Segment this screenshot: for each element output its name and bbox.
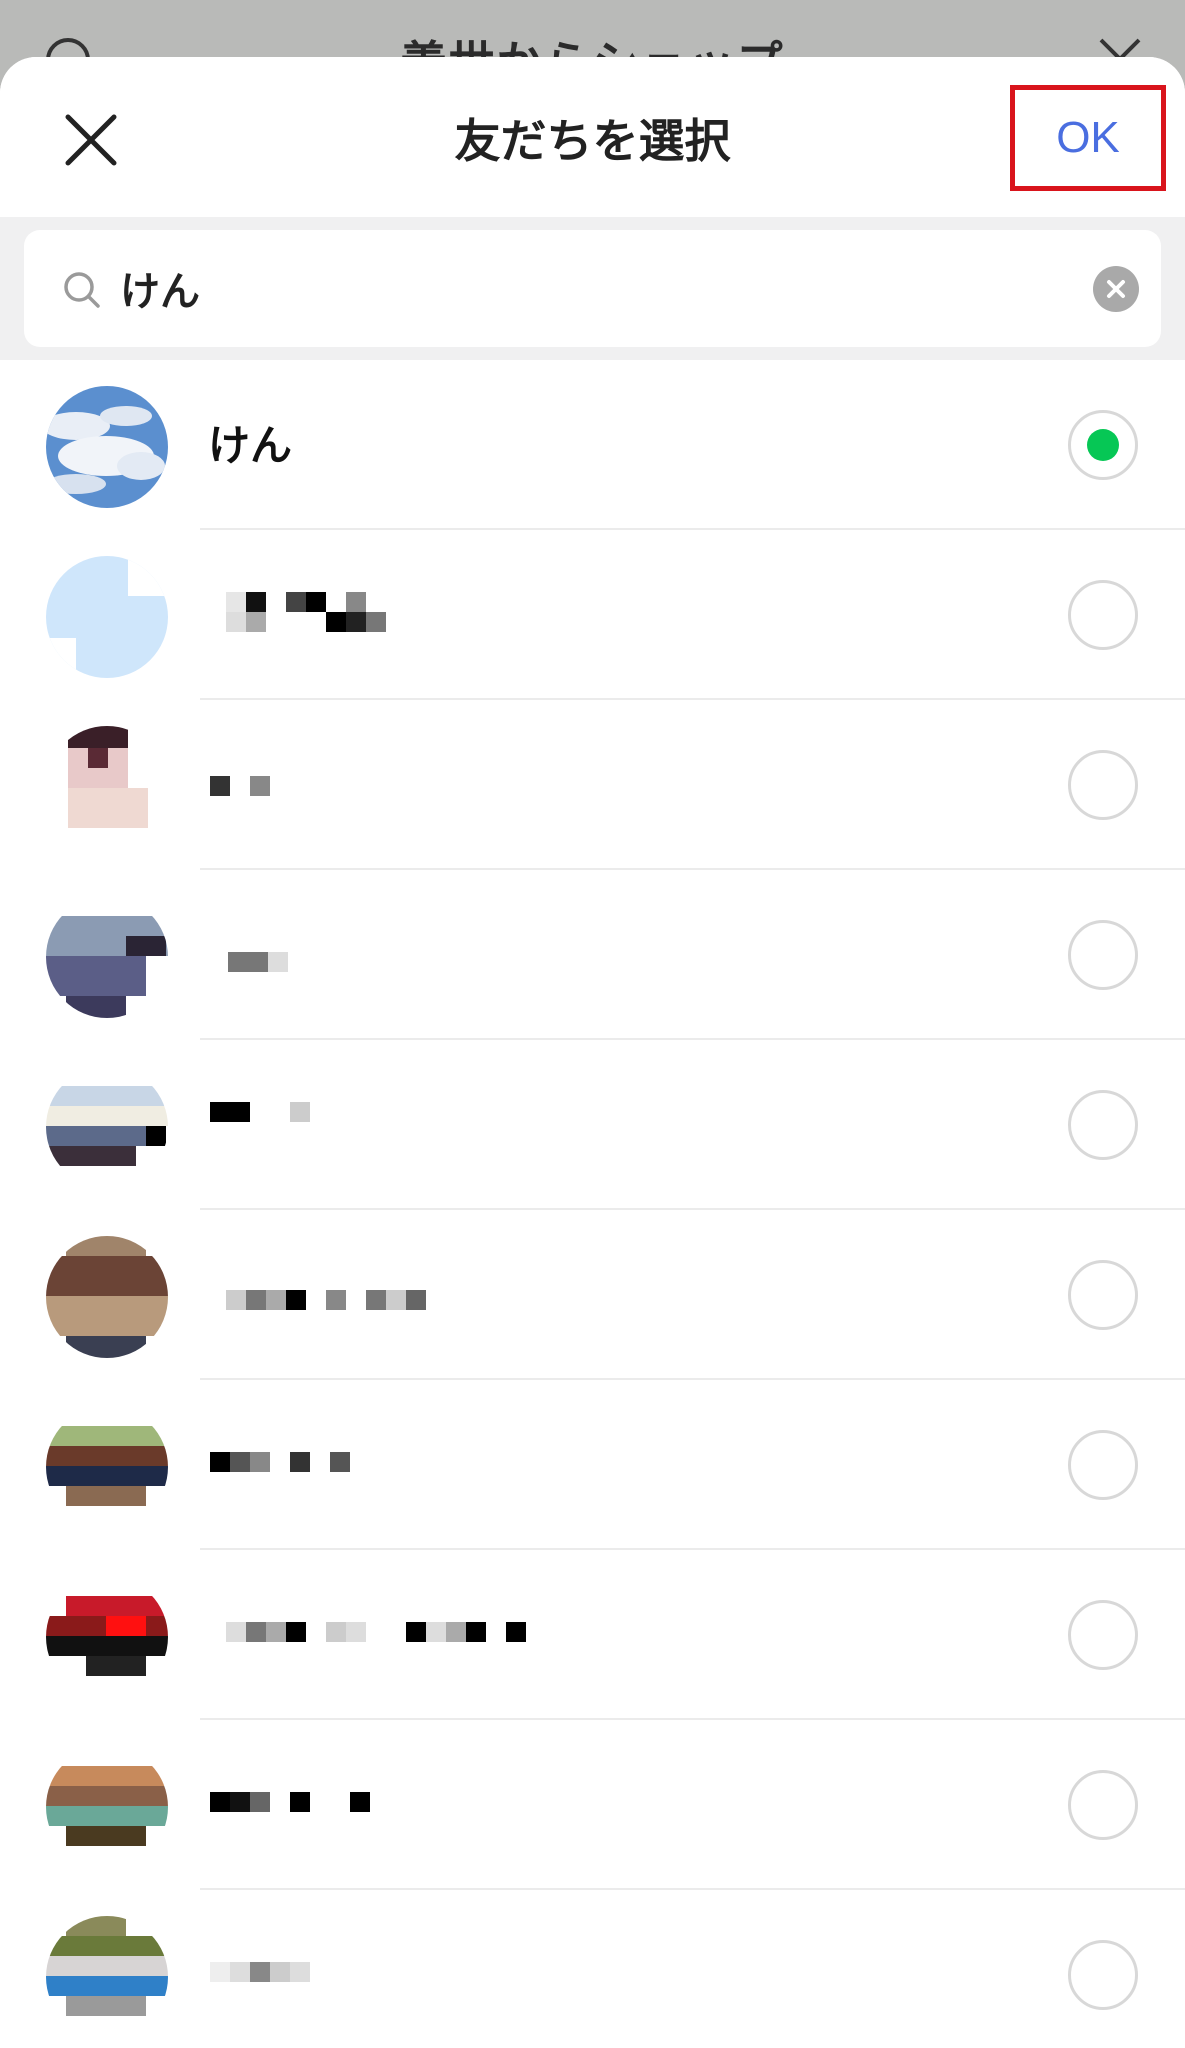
pixelated-name — [226, 1622, 526, 1642]
avatar — [46, 896, 168, 1018]
selection-radio[interactable] — [1068, 1600, 1138, 1670]
avatar — [46, 1576, 168, 1698]
pixelated-name — [226, 592, 366, 612]
selection-radio[interactable] — [1068, 410, 1138, 480]
selection-radio[interactable] — [1068, 580, 1138, 650]
friend-row[interactable]: けん — [0, 360, 1185, 530]
friend-row[interactable] — [0, 870, 1185, 1040]
pixelated-name — [210, 1102, 310, 1122]
selection-radio[interactable] — [1068, 1430, 1138, 1500]
page-title: 友だちを選択 — [454, 114, 731, 168]
pixelated-name — [210, 1792, 370, 1812]
friend-row[interactable] — [0, 1720, 1185, 1890]
clear-icon — [1107, 280, 1125, 298]
friend-row[interactable] — [0, 1040, 1185, 1210]
friend-row[interactable] — [0, 1380, 1185, 1550]
friend-list: けん — [0, 360, 1185, 2048]
avatar — [46, 1746, 168, 1868]
friend-row[interactable] — [0, 1550, 1185, 1720]
pixelated-name — [228, 952, 288, 972]
selection-radio[interactable] — [1068, 1770, 1138, 1840]
pixelated-name — [210, 1452, 350, 1472]
pixelated-name — [210, 776, 270, 796]
search-input[interactable] — [120, 256, 1020, 320]
ok-button[interactable]: OK — [1010, 85, 1166, 191]
sheet-header: 友だちを選択 OK — [0, 57, 1185, 217]
selection-radio[interactable] — [1068, 1260, 1138, 1330]
friend-name: けん — [208, 421, 293, 470]
selection-radio[interactable] — [1068, 1090, 1138, 1160]
avatar — [46, 1236, 168, 1358]
avatar — [46, 726, 168, 848]
friend-row[interactable] — [0, 1210, 1185, 1380]
search-icon — [64, 272, 100, 308]
selection-radio[interactable] — [1068, 750, 1138, 820]
avatar — [46, 1916, 168, 2038]
search-area — [0, 217, 1185, 360]
selection-radio[interactable] — [1068, 1940, 1138, 2010]
friend-row[interactable] — [0, 700, 1185, 870]
avatar — [46, 386, 168, 508]
friend-select-sheet: 友だちを選択 OK けん けん — [0, 57, 1185, 2048]
avatar — [46, 1406, 168, 1528]
clear-search-button[interactable] — [1093, 266, 1139, 312]
avatar — [46, 556, 168, 678]
selection-radio[interactable] — [1068, 920, 1138, 990]
pixelated-name — [226, 1290, 426, 1310]
search-box — [24, 230, 1161, 347]
friend-row[interactable] — [0, 530, 1185, 700]
friend-row[interactable] — [0, 1890, 1185, 2048]
pixelated-name — [226, 612, 386, 632]
avatar — [46, 1066, 168, 1188]
pixelated-name — [210, 1962, 310, 1982]
